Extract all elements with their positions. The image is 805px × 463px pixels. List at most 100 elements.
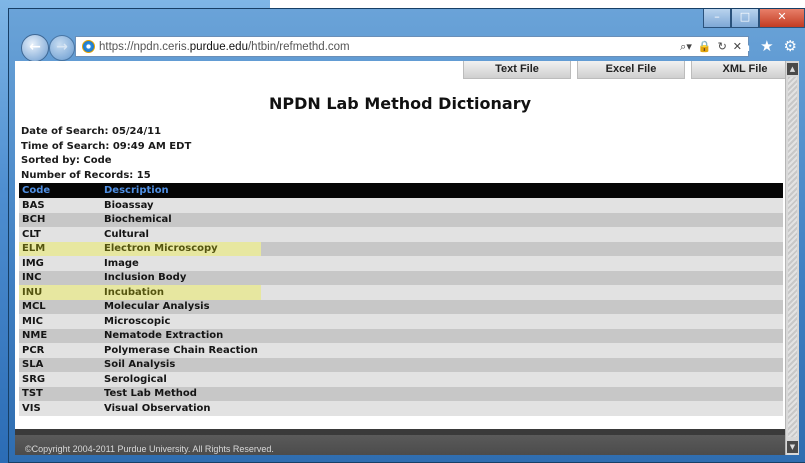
cell-code: SRG — [19, 372, 101, 387]
record-count: Number of Records: 15 — [21, 169, 151, 181]
cell-description: Serological — [101, 372, 261, 387]
table-row: SRG Serological — [19, 372, 783, 387]
date-of-search: Date of Search: 05/24/11 — [21, 126, 162, 137]
search-icon[interactable]: ⌕▾ — [680, 40, 692, 54]
cell-spacer — [260, 314, 783, 329]
cell-code: BAS — [19, 198, 101, 213]
minimize-button[interactable]: – — [703, 9, 731, 28]
cell-code: NME — [19, 328, 101, 343]
cell-spacer — [260, 241, 783, 256]
table-row: VIS Visual Observation — [19, 401, 783, 416]
url-text[interactable]: https://npdn.ceris.purdue.edu/htbin/refm… — [99, 41, 350, 53]
export-bar: Text File Excel File XML File — [463, 61, 785, 79]
web-page: Text File Excel File XML File NPDN Lab M… — [15, 61, 785, 455]
forward-button[interactable]: → — [49, 35, 75, 61]
home-icon[interactable]: ⌂ — [741, 37, 751, 55]
cell-code: CLT — [19, 227, 101, 242]
address-tools: ⌕▾ 🔒 ↻ ✕ — [680, 40, 742, 54]
cell-code: TST — [19, 386, 101, 401]
cell-description: Soil Analysis — [101, 357, 261, 372]
cell-code: ELM — [19, 241, 101, 256]
cell-spacer — [260, 212, 783, 227]
scroll-up-arrow-icon[interactable]: ▲ — [787, 63, 798, 75]
table-row: SLA Soil Analysis — [19, 357, 783, 372]
refresh-icon[interactable]: ↻ — [718, 40, 727, 54]
cell-spacer — [260, 401, 783, 416]
table-row: TST Test Lab Method — [19, 386, 783, 401]
table-row: BAS Bioassay — [19, 198, 783, 213]
page-footer: ©Copyright 2004-2011 Purdue University. … — [15, 435, 785, 455]
command-icons: ⌂ ★ ⚙ — [741, 37, 797, 55]
cell-spacer — [260, 372, 783, 387]
cell-description: Visual Observation — [101, 401, 261, 416]
table-row: IMG Image — [19, 256, 783, 271]
column-header-code[interactable]: Code — [19, 183, 101, 198]
table-row: CLT Cultural — [19, 227, 783, 242]
address-bar[interactable]: https://npdn.ceris.purdue.edu/htbin/refm… — [75, 36, 749, 57]
time-of-search: Time of Search: 09:49 AM EDT — [21, 140, 192, 152]
lock-icon[interactable]: 🔒 — [698, 40, 712, 54]
cell-description: Biochemical — [101, 212, 261, 227]
scroll-down-arrow-icon[interactable]: ▼ — [787, 441, 798, 453]
table-row: NME Nematode Extraction — [19, 328, 783, 343]
cell-code: IMG — [19, 256, 101, 271]
table-row: MIC Microscopic — [19, 314, 783, 329]
close-button[interactable]: ✕ — [759, 9, 805, 28]
favorites-star-icon[interactable]: ★ — [760, 37, 773, 55]
browser-toolbar: ← → https://npdn.ceris.purdue.edu/htbin/… — [9, 31, 805, 62]
column-header-description[interactable]: Description — [101, 183, 261, 198]
xml-file-button[interactable]: XML File — [691, 61, 785, 79]
cell-description: Polymerase Chain Reaction — [101, 343, 261, 358]
cell-spacer — [260, 328, 783, 343]
cell-description: Microscopic — [101, 314, 261, 329]
cell-spacer — [260, 270, 783, 285]
cell-code: MIC — [19, 314, 101, 329]
table-row-highlighted: ELM Electron Microscopy — [19, 241, 783, 256]
cell-spacer — [260, 256, 783, 271]
cell-description: Incubation — [101, 285, 261, 300]
url-domain: purdue.edu — [189, 40, 248, 53]
table-row-highlighted: INU Incubation — [19, 285, 783, 300]
cell-code: PCR — [19, 343, 101, 358]
title-bar[interactable]: – □ ✕ — [9, 9, 805, 33]
maximize-button[interactable]: □ — [731, 9, 759, 28]
cell-spacer — [260, 386, 783, 401]
search-metadata: Date of Search: 05/24/11 Time of Search:… — [21, 125, 191, 183]
cell-code: MCL — [19, 299, 101, 314]
table-row: MCL Molecular Analysis — [19, 299, 783, 314]
back-button[interactable]: ← — [21, 34, 49, 62]
cell-code: SLA — [19, 357, 101, 372]
url-prefix: https://npdn.ceris. — [99, 40, 190, 53]
cell-description: Cultural — [101, 227, 261, 242]
cell-description: Nematode Extraction — [101, 328, 261, 343]
table-row: INC Inclusion Body — [19, 270, 783, 285]
cell-description: Molecular Analysis — [101, 299, 261, 314]
back-arrow-icon: ← — [29, 39, 41, 55]
forward-arrow-icon: → — [56, 39, 68, 55]
sorted-by: Sorted by: Code — [21, 155, 112, 166]
cell-spacer — [260, 227, 783, 242]
cell-description: Inclusion Body — [101, 270, 261, 285]
cell-description: Electron Microscopy — [101, 241, 261, 256]
table-header-row: Code Description — [19, 183, 783, 198]
cell-description: Image — [101, 256, 261, 271]
cell-code: INU — [19, 285, 101, 300]
settings-gear-icon[interactable]: ⚙ — [784, 37, 797, 55]
scroll-track[interactable] — [788, 77, 797, 437]
cell-spacer — [260, 198, 783, 213]
table-row: BCH Biochemical — [19, 212, 783, 227]
cell-code: INC — [19, 270, 101, 285]
cell-description: Bioassay — [101, 198, 261, 213]
excel-file-button[interactable]: Excel File — [577, 61, 685, 79]
desktop-background-top — [270, 0, 805, 8]
ie-logo-icon — [82, 40, 95, 53]
cell-description: Test Lab Method — [101, 386, 261, 401]
page-title: NPDN Lab Method Dictionary — [268, 94, 532, 113]
cell-code: VIS — [19, 401, 101, 416]
cell-spacer — [260, 285, 783, 300]
vertical-scrollbar[interactable]: ▲ ▼ — [785, 61, 799, 455]
text-file-button[interactable]: Text File — [463, 61, 571, 79]
table-row: PCR Polymerase Chain Reaction — [19, 343, 783, 358]
browser-window: – □ ✕ ← → https://npdn.ceris.purdue.edu/… — [8, 8, 805, 463]
url-path: /htbin/refmethd.com — [247, 40, 350, 53]
